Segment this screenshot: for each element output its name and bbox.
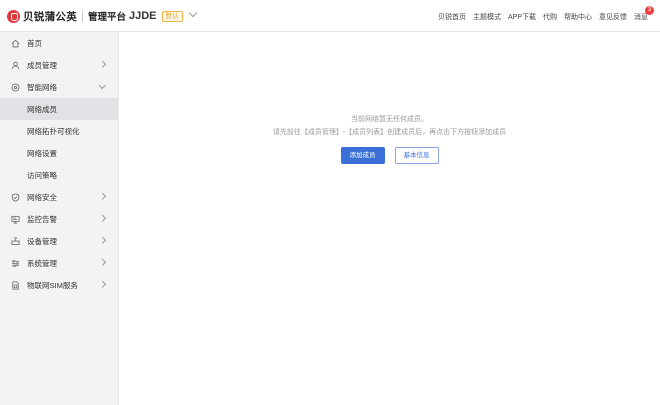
brand-mark-icon xyxy=(7,9,20,23)
empty-state-title: 当前网络暂无任何成员。 xyxy=(351,116,428,123)
chevron-right-icon xyxy=(100,62,105,67)
empty-state-hint: 请先前往【成员管理】-【成员列表】创建成员后，再点击下方按钮添加成员 xyxy=(272,129,507,136)
sidebar-item-system[interactable]: 系统管理 xyxy=(0,252,118,274)
monitor-icon xyxy=(11,215,20,224)
topnav-messages-link[interactable]: 消息 3 xyxy=(634,5,654,22)
sidebar-item-members[interactable]: 成员管理 xyxy=(0,54,118,76)
topnav-feedback-link[interactable]: 意见反馈 xyxy=(599,12,627,22)
sidebar-item-monitoring[interactable]: 监控告警 xyxy=(0,208,118,230)
sidebar-item-network-settings[interactable]: 网络设置 xyxy=(0,142,118,164)
device-icon xyxy=(11,236,20,246)
sidebar-item-network-security[interactable]: 网络安全 xyxy=(0,186,118,208)
sidebar-item-label: 访问策略 xyxy=(27,170,57,180)
sim-icon xyxy=(11,280,20,290)
chevron-right-icon xyxy=(100,282,105,287)
empty-state-actions: 添加成员 基本信息 xyxy=(119,147,660,164)
sidebar: 首页 成员管理 智能网络 网络成员 网络拓扑可视化 网络设置 访问策略 网络安全… xyxy=(0,32,119,405)
sidebar-item-label: 网络安全 xyxy=(27,192,57,202)
home-icon xyxy=(11,39,20,48)
topnav-theme-link[interactable]: 主题模式 xyxy=(473,12,501,22)
sidebar-item-label: 系统管理 xyxy=(27,258,57,268)
shield-icon xyxy=(11,192,20,202)
main-content: 当前网络暂无任何成员。 请先前往【成员管理】-【成员列表】创建成员后，再点击下方… xyxy=(119,32,660,405)
chevron-down-icon[interactable] xyxy=(189,10,197,18)
sidebar-item-iot-sim[interactable]: 物联网SIM服务 xyxy=(0,274,118,296)
chevron-right-icon xyxy=(100,238,105,243)
topnav-purchase-link[interactable]: 代购 xyxy=(543,12,557,22)
sidebar-item-label: 网络设置 xyxy=(27,148,57,158)
app-root: 贝锐蒲公英 管理平台 JJDE 默认 贝锐首页 主题模式 APP下载 代购 帮助… xyxy=(0,0,660,405)
sidebar-item-label: 智能网络 xyxy=(27,82,57,92)
basic-info-button[interactable]: 基本信息 xyxy=(394,147,439,164)
chevron-right-icon xyxy=(100,194,105,199)
top-bar: 贝锐蒲公英 管理平台 JJDE 默认 贝锐首页 主题模式 APP下载 代购 帮助… xyxy=(0,0,660,32)
org-switcher[interactable]: JJDE 默认 xyxy=(129,8,197,24)
brand-name: 贝锐蒲公英 xyxy=(23,10,77,23)
org-default-badge: 默认 xyxy=(161,10,183,22)
chevron-right-icon xyxy=(100,216,105,221)
sidebar-item-label: 设备管理 xyxy=(27,236,57,246)
sidebar-item-label: 物联网SIM服务 xyxy=(27,280,78,290)
sidebar-item-home[interactable]: 首页 xyxy=(0,32,118,54)
chevron-down-icon xyxy=(100,84,105,89)
topnav-home-link[interactable]: 贝锐首页 xyxy=(438,12,466,22)
sidebar-item-label: 网络拓扑可视化 xyxy=(27,126,80,136)
org-name: JJDE xyxy=(129,10,157,22)
sidebar-item-label: 监控告警 xyxy=(27,214,57,224)
sidebar-item-network-topology[interactable]: 网络拓扑可视化 xyxy=(0,120,118,142)
sidebar-item-label: 成员管理 xyxy=(27,60,57,70)
platform-name: 管理平台 xyxy=(88,12,127,23)
add-member-button[interactable]: 添加成员 xyxy=(340,147,385,164)
sidebar-item-network-members[interactable]: 网络成员 xyxy=(0,98,118,120)
chevron-right-icon xyxy=(100,260,105,265)
topnav-help-link[interactable]: 帮助中心 xyxy=(564,12,592,22)
settings-icon xyxy=(11,259,20,268)
sidebar-item-label: 首页 xyxy=(27,38,42,48)
sidebar-item-devices[interactable]: 设备管理 xyxy=(0,230,118,252)
sidebar-item-access-policy[interactable]: 访问策略 xyxy=(0,164,118,186)
brand-divider xyxy=(82,10,83,22)
messages-count-badge: 3 xyxy=(645,5,654,15)
topnav-app-download-link[interactable]: APP下载 xyxy=(508,12,536,22)
sidebar-item-label: 网络成员 xyxy=(27,104,57,114)
sidebar-item-smart-network[interactable]: 智能网络 xyxy=(0,76,118,98)
brand-logo[interactable]: 贝锐蒲公英 管理平台 xyxy=(7,8,126,24)
top-nav: 贝锐首页 主题模式 APP下载 代购 帮助中心 意见反馈 消息 3 xyxy=(438,5,654,23)
network-icon xyxy=(11,83,20,92)
user-icon xyxy=(11,61,20,70)
messages-label: 消息 xyxy=(634,13,648,21)
